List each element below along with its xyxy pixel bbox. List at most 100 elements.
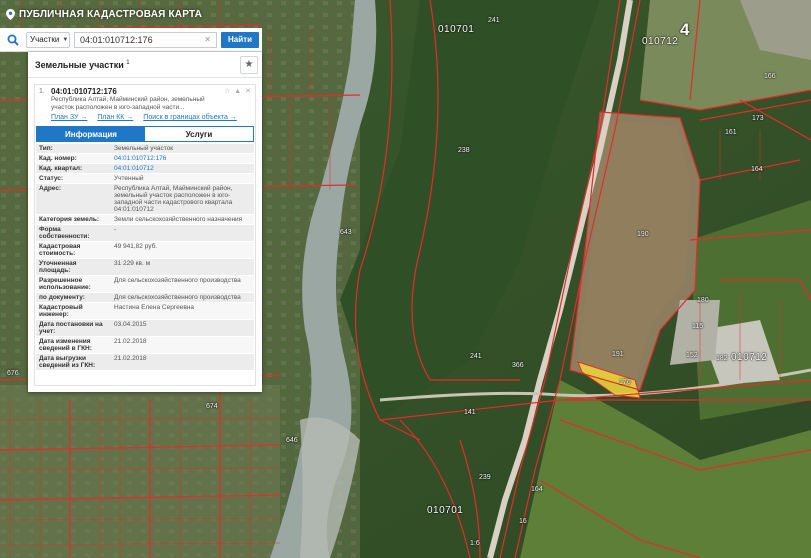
parcel-short-description: Республика Алтай, Майминский район, земе… [51, 96, 205, 111]
parcel-label: 674 [206, 403, 218, 410]
table-row: Кад. номер: 04:01:010712:176 [36, 154, 254, 164]
results-panel: Земельные участки 1 ★ 1. 04:01:010712:17… [28, 52, 262, 392]
row-key: Дата постановки на учет: [39, 321, 103, 335]
quarter-label: 010712 [731, 352, 768, 363]
search-type-value: Участки [30, 35, 60, 44]
search-query-value: 04:01:010712:176 [80, 34, 153, 45]
row-value: 21.02.2018 [114, 338, 147, 345]
parcel-label: 166 [764, 73, 776, 80]
parcel-card-header: 1. 04:01:010712:176 Республика Алтай, Ма… [35, 85, 255, 123]
parcel-label: 176 [619, 379, 631, 386]
row-key: Кадастровый инженер: [39, 304, 83, 318]
search-input[interactable]: 04:01:010712:176 ✕ [74, 31, 217, 48]
row-value: - [114, 226, 117, 233]
row-key: Кадастровая стоимость: [39, 243, 81, 257]
table-row: Кадастровая стоимость: 49 941,82 руб. [36, 242, 254, 259]
parcel-label: 115 [692, 323, 704, 330]
row-key: Тип: [39, 145, 53, 152]
row-key: Кад. квартал: [39, 165, 83, 172]
parcel-label: 180 [697, 297, 709, 304]
panel-title: Земельные участки 1 [35, 60, 130, 70]
row-value: 21.02.2018 [114, 355, 147, 362]
parcel-links: План ЗУ → План КК → Поиск в границах объ… [51, 114, 237, 121]
table-row: Тип: Земельный участок [36, 144, 254, 154]
parcel-label: 16 [519, 518, 527, 525]
link-parcel-plan[interactable]: План ЗУ → [51, 114, 87, 121]
parcel-label: 164 [751, 166, 763, 173]
search-icon[interactable] [4, 31, 22, 49]
parcel-label: 676 [7, 370, 19, 377]
panel-header: Земельные участки 1 ★ [28, 52, 262, 78]
table-row: Статус: Учтенный [36, 174, 254, 184]
parcel-label: 241 [470, 353, 482, 360]
search-type-select[interactable]: Участки ▼ [26, 31, 70, 48]
chevron-down-icon: ▼ [62, 36, 69, 43]
table-row: по документу: Для сельскохозяйственного … [36, 293, 254, 303]
parcel-label: 182 [716, 355, 728, 362]
find-button[interactable]: Найти [221, 31, 259, 48]
row-value: 31 229 кв. м [114, 260, 151, 267]
row-key: Адрес: [39, 185, 62, 192]
row-key: Уточненная площадь: [39, 260, 77, 274]
table-row: Разрешенное использование: Для сельскохо… [36, 276, 254, 293]
row-value: Настина Елена Сергеевна [114, 304, 194, 311]
row-key: Дата выгрузки сведений из ГКН: [39, 355, 96, 369]
row-key: Разрешенное использование: [39, 277, 91, 291]
row-value: Для сельскохозяйственного производства [114, 294, 241, 301]
row-key: Форма собственности: [39, 226, 90, 240]
table-row: Дата выгрузки сведений из ГКН: 21.02.201… [36, 354, 254, 371]
parcel-label: 190 [637, 231, 649, 238]
parcel-label: 643 [340, 229, 352, 236]
table-row: Категория земель: Земли сельскохозяйстве… [36, 215, 254, 225]
parcel-label: 141 [464, 409, 476, 416]
parcel-label: 1:6 [470, 540, 480, 547]
clear-icon[interactable]: ✕ [204, 35, 211, 44]
quarter-label: 010701 [427, 505, 464, 516]
row-value: 49 941,82 руб. [114, 243, 158, 250]
table-row: Дата постановки на учет: 03.04.2015 [36, 320, 254, 337]
table-row: Уточненная площадь: 31 229 кв. м [36, 259, 254, 276]
table-row: Адрес: Республика Алтай, Майминский райо… [36, 184, 254, 215]
app-title: ПУБЛИЧНАЯ КАДАСТРОВАЯ КАРТА [19, 8, 203, 20]
table-row: Форма собственности: - [36, 225, 254, 242]
parcel-label: 152 [686, 352, 698, 359]
info-tabs: Информация Услуги [36, 126, 254, 142]
row-key: по документу: [39, 294, 85, 301]
parcel-label: 161 [725, 129, 737, 136]
link-cadastral-quarter-plan[interactable]: План КК → [97, 114, 133, 121]
link-search-in-bounds[interactable]: Поиск в границах объекта → [143, 114, 237, 121]
parcel-label: 646 [286, 437, 298, 444]
quarter-label: 010712 [642, 36, 679, 47]
search-bar: Участки ▼ 04:01:010712:176 ✕ Найти [0, 28, 262, 52]
parcel-label: 191 [612, 351, 624, 358]
row-value: 03.04.2015 [114, 321, 147, 328]
parcel-info-table: Тип: Земельный участок Кад. номер: 04:01… [36, 144, 254, 371]
table-row: Кадастровый инженер: Настина Елена Серге… [36, 303, 254, 320]
parcel-card: 1. 04:01:010712:176 Республика Алтай, Ма… [34, 84, 256, 386]
table-row: Дата изменения сведений в ГКН: 21.02.201… [36, 337, 254, 354]
tab-information[interactable]: Информация [37, 127, 145, 141]
row-value: Земли сельскохозяйственного назначения [114, 216, 243, 223]
map-pin-logo-icon [6, 8, 15, 20]
row-value-link[interactable]: 04:01:010712 [111, 164, 254, 173]
row-value: Земельный участок [114, 145, 174, 152]
row-value: Учтенный [114, 175, 144, 182]
row-key: Кад. номер: [39, 155, 77, 162]
tab-services[interactable]: Услуги [145, 127, 253, 141]
result-count: 1 [126, 59, 130, 66]
parcel-label: 239 [479, 474, 491, 481]
parcel-label: 164 [531, 486, 543, 493]
row-key: Статус: [39, 175, 64, 182]
row-value-link[interactable]: 04:01:010712:176 [111, 154, 254, 163]
parcel-cadastral-number[interactable]: 04:01:010712:176 [51, 87, 117, 96]
parcel-label: 238 [458, 147, 470, 154]
panel-title-text: Земельные участки [35, 59, 124, 70]
favorite-star-button[interactable]: ★ [240, 55, 258, 74]
result-index: 1. [39, 88, 45, 95]
row-key: Дата изменения сведений в ГКН: [39, 338, 92, 352]
parcel-label: 366 [512, 362, 524, 369]
row-value: Для сельскохозяйственного производства [114, 277, 241, 284]
card-tools-icons[interactable]: ☆ ▲ ✕ [224, 87, 252, 95]
table-row: Кад. квартал: 04:01:010712 [36, 164, 254, 174]
row-key: Категория земель: [39, 216, 100, 223]
